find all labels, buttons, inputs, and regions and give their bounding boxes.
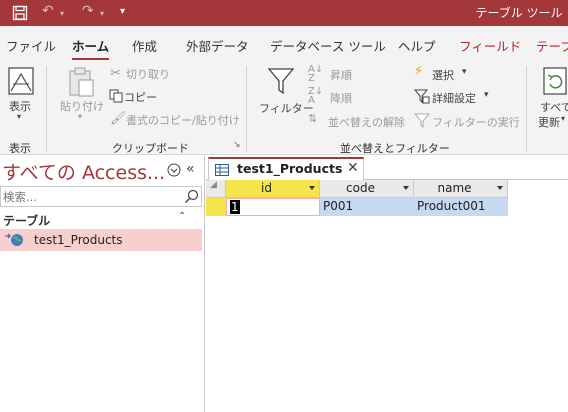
filter-button-label[interactable]: フィルター	[259, 100, 314, 116]
cell-value: Product001	[417, 199, 486, 213]
column-dropdown-icon[interactable]	[403, 186, 409, 190]
advanced-dropdown-icon[interactable]: ▾	[484, 90, 489, 100]
column-header-label: code	[346, 181, 375, 195]
save-icon[interactable]	[12, 5, 28, 21]
nav-pane-title[interactable]: すべての Access...	[2, 158, 165, 185]
nav-category-tables[interactable]: テーブル ⌃	[0, 209, 202, 229]
selection-button[interactable]: 選択	[432, 67, 454, 83]
clipboard-launcher-icon[interactable]: ↘	[233, 140, 241, 150]
table-cell-code[interactable]: P001	[320, 198, 414, 216]
document-tab-test1-products[interactable]: test1_Products ✕	[208, 157, 364, 181]
copy-button[interactable]: コピー	[124, 89, 157, 105]
refresh-all-label-2[interactable]: 更新	[538, 114, 560, 130]
cut-button[interactable]: 切り取り	[126, 66, 170, 82]
view-dropdown-icon[interactable]: ▾	[17, 112, 21, 121]
advanced-filter-icon[interactable]	[414, 88, 430, 104]
close-tab-icon[interactable]: ✕	[347, 160, 359, 176]
cell-value: 1	[230, 200, 240, 214]
redo-dropdown-icon[interactable]: ▾	[100, 9, 104, 18]
select-all-icon: ◢	[210, 180, 217, 190]
ribbon-separator	[246, 66, 247, 152]
table-icon	[215, 164, 229, 176]
selection-icon[interactable]: ⚡	[414, 64, 423, 79]
remove-sort-button[interactable]: 並べ替えの解除	[328, 114, 405, 130]
paste-dropdown-icon[interactable]: ▾	[78, 112, 82, 121]
sort-ascending-button[interactable]: 昇順	[330, 67, 352, 83]
collapse-group-icon[interactable]: ⌃	[178, 211, 186, 222]
selection-dropdown-icon[interactable]: ▾	[462, 67, 467, 77]
nav-item-label: test1_Products	[34, 233, 123, 247]
nav-category-label: テーブル	[3, 214, 51, 228]
table-cell-id[interactable]: 1	[226, 198, 320, 216]
cut-icon[interactable]: ✂	[110, 66, 121, 81]
tab-table[interactable]: テーブ	[536, 36, 568, 55]
column-header-label: id	[261, 181, 272, 195]
remove-sort-icon[interactable]: ⇅	[308, 112, 317, 125]
sort-descending-icon[interactable]: Z↓ A	[308, 87, 323, 106]
table-tools-context-label: テーブル ツール	[475, 6, 563, 20]
nav-pane-menu-icon[interactable]	[167, 163, 181, 177]
format-painter-icon[interactable]: 🖌	[110, 111, 127, 126]
toggle-filter-icon[interactable]	[414, 112, 430, 128]
tab-fields[interactable]: フィールド	[459, 36, 521, 55]
refresh-all-label[interactable]: すべて	[540, 99, 568, 115]
column-header-name[interactable]: name	[414, 180, 508, 198]
document-tab-label: test1_Products	[237, 161, 343, 176]
sort-ascending-icon[interactable]: A↓ Z	[308, 65, 323, 84]
search-input[interactable]	[1, 187, 179, 206]
document-area: test1_Products ✕ ◢ id code name 1 P001 P…	[206, 156, 568, 412]
tab-external-data[interactable]: 外部データ	[186, 36, 249, 55]
linked-table-icon	[5, 233, 23, 246]
row-selector[interactable]	[206, 198, 226, 216]
group-label-view: 表示	[9, 142, 31, 155]
refresh-all-icon[interactable]	[542, 66, 568, 96]
refresh-dropdown-icon[interactable]: ▾	[561, 114, 565, 123]
undo-icon[interactable]: ↶	[42, 3, 54, 19]
advanced-filter-button[interactable]: 詳細設定	[432, 90, 476, 106]
document-tab-bar: test1_Products ✕	[206, 156, 568, 181]
table-cell-name[interactable]: Product001	[414, 198, 508, 216]
redo-icon[interactable]: ↷	[82, 3, 94, 19]
undo-dropdown-icon[interactable]: ▾	[60, 9, 64, 18]
customize-toolbar-icon[interactable]: ▾	[120, 6, 125, 17]
collapse-pane-icon[interactable]: «	[186, 161, 195, 177]
navigation-pane: すべての Access... « テーブル ⌃ test1_Products	[0, 156, 205, 412]
filter-icon[interactable]	[266, 66, 296, 96]
ribbon-tabs: ファイル ホーム 作成 外部データ データベース ツール ヘルプ フィールド テ…	[0, 26, 568, 61]
sort-descending-button[interactable]: 降順	[330, 90, 352, 106]
nav-search-box	[0, 186, 202, 207]
paste-icon[interactable]	[66, 66, 96, 98]
column-dropdown-icon[interactable]	[497, 186, 503, 190]
ribbon-separator	[526, 66, 527, 152]
cell-value: P001	[323, 199, 354, 213]
tab-database-tools[interactable]: データベース ツール	[270, 36, 386, 55]
column-dropdown-icon[interactable]	[309, 186, 315, 190]
toggle-filter-button[interactable]: フィルターの実行	[432, 114, 520, 130]
tab-create[interactable]: 作成	[132, 36, 157, 55]
format-painter-button[interactable]: 書式のコピー/貼り付け	[126, 112, 240, 128]
nav-item-test1-products[interactable]: test1_Products	[0, 229, 202, 251]
copy-icon[interactable]	[109, 89, 123, 103]
group-label-sort-filter: 並べ替えとフィルター	[340, 142, 450, 155]
group-label-clipboard: クリップボード	[112, 142, 189, 155]
tab-help[interactable]: ヘルプ	[398, 36, 436, 55]
view-icon[interactable]	[7, 66, 35, 96]
select-all-corner[interactable]: ◢	[206, 180, 226, 198]
tab-home[interactable]: ホーム	[72, 36, 110, 61]
title-bar: ↶ ▾ ↷ ▾ ▾ テーブル ツール	[0, 0, 568, 26]
tab-file[interactable]: ファイル	[6, 36, 56, 55]
column-header-label: name	[437, 181, 472, 195]
search-icon[interactable]	[184, 189, 199, 204]
column-header-code[interactable]: code	[320, 180, 414, 198]
ribbon-separator	[46, 66, 47, 152]
column-header-id[interactable]: id	[226, 180, 320, 198]
